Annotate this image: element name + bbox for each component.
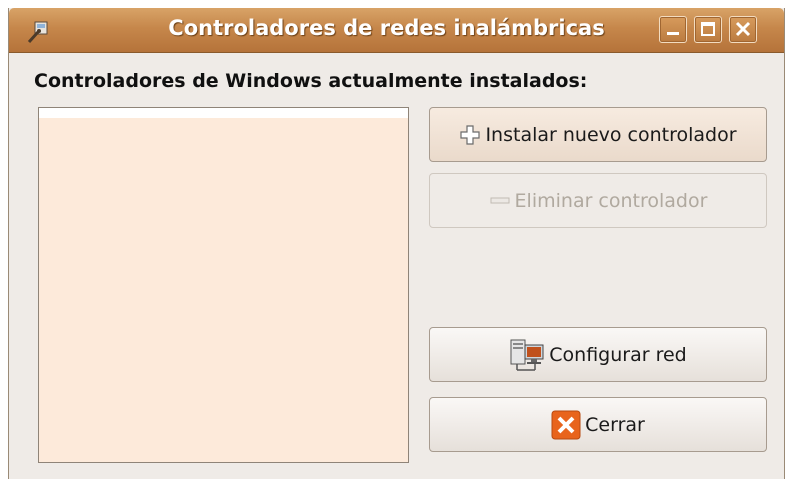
network-config-icon — [509, 337, 545, 373]
configure-network-button[interactable]: Configurar red — [429, 327, 767, 382]
remove-driver-button[interactable]: Eliminar controlador — [429, 173, 767, 228]
remove-driver-label: Eliminar controlador — [514, 189, 708, 212]
maximize-button[interactable] — [694, 16, 722, 43]
list-header — [39, 108, 408, 118]
close-x-icon — [551, 410, 581, 440]
install-driver-button[interactable]: Instalar nuevo controlador — [429, 107, 767, 162]
install-driver-label: Instalar nuevo controlador — [485, 123, 737, 146]
installed-drivers-list[interactable] — [38, 107, 409, 463]
window-title: Controladores de redes inalámbricas — [168, 16, 605, 40]
close-window-button[interactable] — [729, 16, 757, 43]
dialog-window: Controladores de redes inalámbricas Cont… — [8, 8, 785, 479]
minus-icon — [489, 190, 511, 212]
minimize-button[interactable] — [659, 16, 687, 43]
close-button[interactable]: Cerrar — [429, 397, 767, 452]
configure-network-label: Configurar red — [549, 343, 687, 366]
installed-drivers-label: Controladores de Windows actualmente ins… — [34, 70, 588, 92]
plus-icon — [459, 124, 481, 146]
title-bar[interactable]: Controladores de redes inalámbricas — [9, 8, 784, 53]
close-label: Cerrar — [585, 413, 645, 436]
